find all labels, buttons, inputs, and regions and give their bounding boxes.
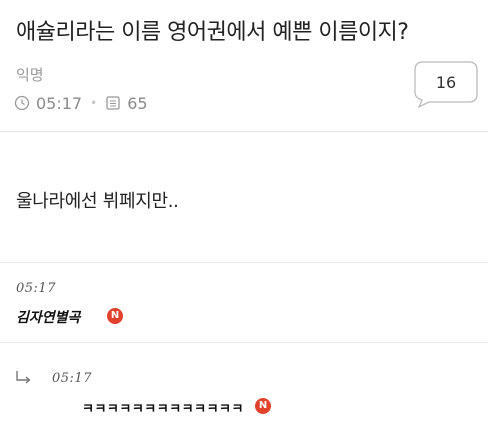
post-header: 애슐리라는 이름 영어권에서 예쁜 이름이지? 익명 05:17 • 65 16: [0, 0, 488, 130]
clock-icon: [14, 95, 30, 111]
comment-count: 16: [435, 73, 457, 92]
comment-author[interactable]: 김자연별곡: [16, 307, 80, 327]
view-count-icon: [106, 96, 120, 110]
comment-time: 05:17: [16, 281, 56, 296]
post-author: 익명: [16, 66, 44, 84]
header-divider: [0, 131, 488, 132]
new-badge-icon: N: [107, 308, 123, 324]
comment-count-button[interactable]: 16: [413, 60, 479, 108]
reply-arrow-icon: [16, 371, 31, 384]
post-title: 애슐리라는 이름 영어권에서 예쁜 이름이지?: [16, 20, 409, 45]
post-view-count: 65: [127, 93, 148, 113]
meta-separator: •: [90, 96, 98, 110]
post-time: 05:17: [36, 93, 83, 113]
reply-time: 05:17: [52, 371, 92, 386]
reply-text: ㅋㅋㅋㅋㅋㅋㅋㅋㅋㅋㅋㅋㅋ: [82, 402, 244, 417]
post-body: 울나라에선 뷔페지만..: [16, 191, 179, 212]
new-badge-icon: N: [255, 398, 271, 414]
body-divider: [0, 262, 488, 263]
post-meta: 05:17 • 65: [14, 92, 148, 114]
comment-divider: [0, 342, 488, 343]
